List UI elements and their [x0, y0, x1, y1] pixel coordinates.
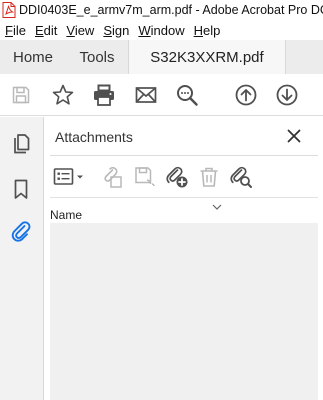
menu-help[interactable]: Help	[194, 23, 221, 38]
panel-divider	[50, 155, 318, 156]
options-menu-icon[interactable]	[53, 165, 85, 189]
column-name-header[interactable]: Name	[50, 208, 82, 222]
tab-home[interactable]: Home	[0, 40, 66, 74]
add-attachment-icon[interactable]	[165, 165, 189, 189]
page-up-icon[interactable]	[234, 83, 258, 107]
tab-bar: Home Tools S32K3XXRM.pdf	[0, 40, 323, 74]
tab-tools[interactable]: Tools	[66, 40, 128, 74]
sort-chevron-down-icon[interactable]	[212, 203, 222, 211]
tab-bar-empty	[286, 40, 323, 74]
attachments-panel: Attachments Name	[45, 117, 323, 400]
tab-document[interactable]: S32K3XXRM.pdf	[128, 40, 286, 74]
search-attachment-icon[interactable]	[229, 165, 253, 189]
save-attachment-icon[interactable]	[133, 165, 157, 189]
print-icon[interactable]	[92, 83, 116, 107]
bookmark-star-icon[interactable]	[51, 83, 75, 107]
menu-bar: File Edit View Sign Window Help	[0, 20, 323, 40]
menu-file[interactable]: File	[5, 23, 26, 38]
window-title: DDI0403E_e_armv7m_arm.pdf - Adobe Acroba…	[19, 3, 323, 17]
save-icon[interactable]	[9, 83, 33, 107]
panel-title: Attachments	[55, 129, 133, 145]
page-down-icon[interactable]	[275, 83, 299, 107]
main-toolbar	[0, 74, 323, 116]
delete-icon[interactable]	[197, 165, 221, 189]
bookmarks-icon[interactable]	[9, 177, 33, 201]
email-icon[interactable]	[134, 83, 158, 107]
column-header: Name	[50, 203, 318, 225]
menu-edit[interactable]: Edit	[35, 23, 57, 38]
menu-sign[interactable]: Sign	[103, 23, 129, 38]
attachments-paperclip-icon[interactable]	[9, 219, 33, 243]
page-thumbnails-icon[interactable]	[9, 132, 33, 156]
menu-window[interactable]: Window	[138, 23, 184, 38]
left-navigation-rail	[0, 117, 44, 400]
title-bar: DDI0403E_e_armv7m_arm.pdf - Adobe Acroba…	[0, 0, 323, 20]
search-zoom-icon[interactable]	[175, 83, 199, 107]
open-attachment-icon[interactable]	[100, 165, 124, 189]
attachments-list[interactable]	[50, 223, 318, 400]
close-icon[interactable]	[285, 127, 303, 145]
panel-toolbar-divider	[50, 197, 318, 198]
acrobat-pdf-icon	[2, 1, 16, 19]
menu-view[interactable]: View	[66, 23, 94, 38]
